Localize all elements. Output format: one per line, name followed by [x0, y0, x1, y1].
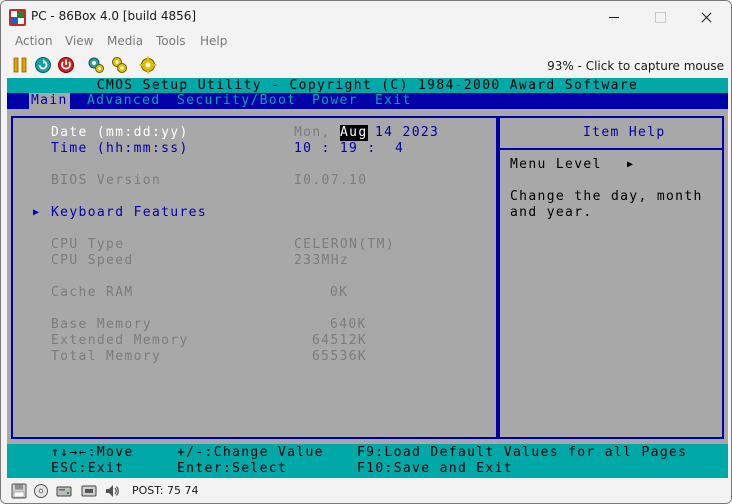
date-month-field[interactable]: Aug — [340, 125, 368, 141]
bios-tab-security-boot[interactable]: Security/Boot — [177, 93, 296, 109]
post-code-status: POST: 75 74 — [132, 484, 199, 497]
base-memory-value: 640K — [330, 317, 367, 332]
cdrom-drive-icon[interactable] — [33, 483, 49, 499]
sound-icon[interactable] — [104, 483, 120, 499]
bios-menu-bar: Main Advanced Security/Boot Power Exit — [7, 93, 728, 109]
bios-tab-advanced[interactable]: Advanced — [87, 93, 160, 109]
86box-app-icon — [9, 9, 26, 26]
bios-tab-main[interactable]: Main — [29, 93, 70, 109]
cpu-type-value: CELERON(TM) — [294, 237, 395, 252]
hard-disk-icon[interactable] — [56, 483, 72, 499]
legend-f9-load-defaults: F9:Load Default Values for all Pages — [357, 445, 688, 460]
submenu-arrow-icon: ▶ — [33, 207, 41, 218]
bios-title: CMOS Setup Utility - Copyright (C) 1984-… — [96, 78, 639, 93]
keyboard-features-item[interactable]: Keyboard Features — [51, 205, 207, 221]
legend-f10-save-exit: F10:Save and Exit — [357, 461, 514, 476]
settings-icon[interactable] — [87, 56, 105, 74]
bios-title-bar: CMOS Setup Utility - Copyright (C) 1984-… — [7, 78, 728, 93]
hardware-settings-icon[interactable] — [110, 56, 128, 74]
legend-change-value: +/-:Change Value — [177, 445, 324, 460]
time-value[interactable]: 10 : 19 : 4 — [294, 141, 404, 157]
item-help-title: Item Help — [583, 125, 666, 140]
legend-esc-exit: ESC:Exit — [51, 461, 125, 476]
menu-media[interactable]: Media — [107, 34, 143, 48]
base-memory-label: Base Memory — [51, 317, 152, 332]
main-settings-panel — [11, 116, 500, 439]
network-icon[interactable] — [81, 483, 97, 499]
help-text-line-2: and year. — [510, 205, 593, 220]
status-bar: POST: 75 74 — [1, 479, 731, 503]
date-label[interactable]: Date (mm:dd:yy) — [51, 125, 189, 141]
floppy-drive-icon[interactable] — [11, 483, 27, 499]
legend-enter-select: Enter:Select — [177, 461, 288, 476]
bios-tab-power[interactable]: Power — [312, 93, 358, 109]
power-icon[interactable] — [57, 56, 75, 74]
menu-tools[interactable]: Tools — [156, 34, 186, 48]
bios-version-label: BIOS Version — [51, 173, 162, 188]
legend-move: ↑↓→←:Move — [51, 445, 134, 460]
menu-level-arrow-icon: ▶ — [627, 159, 635, 170]
emulated-screen[interactable]: CMOS Setup Utility - Copyright (C) 1984-… — [7, 78, 728, 478]
title-bar: PC - 86Box 4.0 [build 4856] — [1, 1, 731, 33]
cache-ram-label: Cache RAM — [51, 285, 134, 300]
date-weekday: Mon, — [294, 125, 331, 140]
cache-ram-value: 0K — [330, 285, 349, 300]
emulator-window: PC - 86Box 4.0 [build 4856] Action View … — [0, 0, 732, 504]
capture-mouse-status[interactable]: 93% - Click to capture mouse — [547, 59, 724, 73]
menu-level-label: Menu Level — [510, 157, 602, 172]
help-divider — [496, 148, 724, 150]
menu-view[interactable]: View — [65, 34, 93, 48]
minimize-button[interactable] — [591, 1, 637, 33]
cpu-type-label: CPU Type — [51, 237, 125, 252]
extended-memory-value: 64512K — [312, 333, 368, 348]
cpu-speed-value: 233MHz — [294, 253, 350, 268]
configure-icon[interactable] — [139, 56, 157, 74]
cpu-speed-label: CPU Speed — [51, 253, 134, 268]
bios-tab-exit[interactable]: Exit — [375, 93, 412, 109]
extended-memory-label: Extended Memory — [51, 333, 189, 348]
bios-version-value: I0.07.10 — [294, 173, 368, 188]
menu-help[interactable]: Help — [200, 34, 227, 48]
total-memory-value: 65536K — [312, 349, 368, 364]
close-button[interactable] — [683, 1, 729, 33]
ctrl-alt-del-icon[interactable] — [34, 56, 52, 74]
pause-icon[interactable] — [11, 56, 29, 74]
maximize-button[interactable] — [637, 1, 683, 33]
bios-key-legend: ↑↓→←:Move +/-:Change Value F9:Load Defau… — [7, 444, 728, 478]
window-title: PC - 86Box 4.0 [build 4856] — [31, 9, 197, 23]
total-memory-label: Total Memory — [51, 349, 162, 364]
menu-action[interactable]: Action — [15, 34, 53, 48]
help-text-line-1: Change the day, month — [510, 189, 703, 204]
menu-bar: Action View Media Tools Help — [1, 33, 731, 53]
date-day-year-field[interactable]: 14 2023 — [375, 125, 439, 141]
toolbar: 93% - Click to capture mouse — [1, 53, 731, 78]
time-label[interactable]: Time (hh:mm:ss) — [51, 141, 189, 157]
